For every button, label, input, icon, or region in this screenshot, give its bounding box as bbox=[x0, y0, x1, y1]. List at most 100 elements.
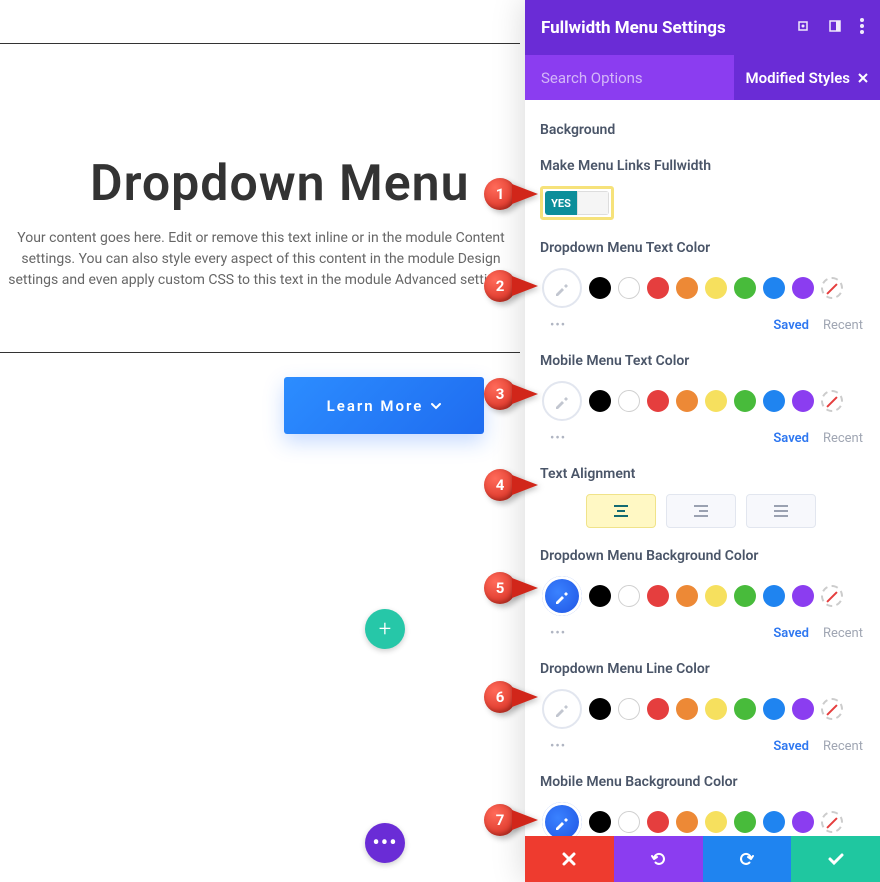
save-button[interactable] bbox=[791, 836, 880, 882]
swatch[interactable] bbox=[618, 585, 640, 607]
swatch[interactable] bbox=[618, 698, 640, 720]
color-picker-button[interactable] bbox=[542, 689, 582, 729]
swatch[interactable] bbox=[589, 585, 611, 607]
swatch[interactable] bbox=[589, 811, 611, 833]
eyedropper-icon bbox=[553, 392, 571, 410]
eyedropper-icon bbox=[553, 279, 571, 297]
fab-add-button[interactable]: + bbox=[365, 609, 405, 649]
swatch[interactable] bbox=[676, 390, 698, 412]
fullwidth-toggle[interactable]: YES bbox=[545, 191, 609, 215]
recent-tab[interactable]: Recent bbox=[823, 431, 863, 446]
swatch-transparent[interactable] bbox=[821, 277, 843, 299]
label-mobile-bg-color: Mobile Menu Background Color bbox=[540, 774, 865, 790]
color-picker-button[interactable] bbox=[542, 381, 582, 421]
color-picker-button[interactable] bbox=[542, 268, 582, 308]
swatch-row-dd-text bbox=[542, 268, 865, 308]
swatch[interactable] bbox=[618, 390, 640, 412]
align-right-button[interactable] bbox=[666, 494, 736, 528]
swatch[interactable] bbox=[647, 390, 669, 412]
swatch[interactable] bbox=[647, 698, 669, 720]
swatch[interactable] bbox=[734, 390, 756, 412]
recent-tab[interactable]: Recent bbox=[823, 626, 863, 641]
swatch[interactable] bbox=[734, 811, 756, 833]
swatch[interactable] bbox=[705, 277, 727, 299]
more-dots[interactable]: ••• bbox=[550, 318, 566, 333]
panel-tabs: Search Options Modified Styles bbox=[525, 55, 880, 100]
swatch[interactable] bbox=[676, 277, 698, 299]
page-title: Dropdown Menu bbox=[90, 155, 470, 213]
toggle-knob bbox=[577, 191, 609, 215]
swatch[interactable] bbox=[647, 811, 669, 833]
check-icon bbox=[827, 850, 845, 868]
eyedropper-icon bbox=[553, 587, 571, 605]
swatch-transparent[interactable] bbox=[821, 698, 843, 720]
swatch[interactable] bbox=[792, 277, 814, 299]
swatch[interactable] bbox=[734, 585, 756, 607]
swatch[interactable] bbox=[734, 698, 756, 720]
swatch[interactable] bbox=[763, 390, 785, 412]
swatch[interactable] bbox=[589, 390, 611, 412]
panel-header: Fullwidth Menu Settings bbox=[525, 0, 880, 55]
swatch[interactable] bbox=[763, 811, 785, 833]
recent-tab[interactable]: Recent bbox=[823, 739, 863, 754]
swatch-transparent[interactable] bbox=[821, 390, 843, 412]
fab-more-button[interactable]: ••• bbox=[365, 823, 405, 863]
swatch[interactable] bbox=[647, 585, 669, 607]
swatch[interactable] bbox=[676, 585, 698, 607]
swatch[interactable] bbox=[647, 277, 669, 299]
divider bbox=[0, 352, 520, 353]
cancel-button[interactable] bbox=[525, 836, 614, 882]
page-subtext: Your content goes here. Edit or remove t… bbox=[6, 228, 516, 291]
swatch[interactable] bbox=[705, 585, 727, 607]
more-dots[interactable]: ••• bbox=[550, 739, 566, 754]
swatch-transparent[interactable] bbox=[821, 585, 843, 607]
align-right-icon bbox=[691, 504, 711, 518]
swatch[interactable] bbox=[618, 811, 640, 833]
align-center-icon bbox=[611, 504, 631, 518]
swatch[interactable] bbox=[705, 811, 727, 833]
swatch[interactable] bbox=[589, 698, 611, 720]
color-picker-button[interactable] bbox=[542, 576, 582, 616]
search-options[interactable]: Search Options bbox=[541, 69, 643, 87]
undo-button[interactable] bbox=[614, 836, 703, 882]
swatch[interactable] bbox=[705, 698, 727, 720]
recent-tab[interactable]: Recent bbox=[823, 318, 863, 333]
label-dd-line-color: Dropdown Menu Line Color bbox=[540, 661, 865, 677]
more-dots[interactable]: ••• bbox=[550, 431, 566, 446]
expand-icon[interactable] bbox=[796, 18, 810, 38]
label-background: Background bbox=[540, 122, 865, 138]
swatch[interactable] bbox=[618, 277, 640, 299]
saved-tab[interactable]: Saved bbox=[773, 431, 809, 446]
color-picker-button[interactable] bbox=[542, 802, 582, 836]
menu-icon[interactable] bbox=[860, 18, 864, 38]
align-center-button[interactable] bbox=[586, 494, 656, 528]
redo-button[interactable] bbox=[703, 836, 792, 882]
swatch[interactable] bbox=[676, 811, 698, 833]
modified-styles-chip[interactable]: Modified Styles bbox=[734, 55, 880, 100]
saved-tab[interactable]: Saved bbox=[773, 739, 809, 754]
settings-panel: Fullwidth Menu Settings Search Options M… bbox=[525, 0, 880, 882]
swatch[interactable] bbox=[676, 698, 698, 720]
learn-more-button[interactable]: Learn More bbox=[284, 377, 484, 434]
swatch-transparent[interactable] bbox=[821, 811, 843, 833]
swatch-row-dd-bg bbox=[542, 576, 865, 616]
divider bbox=[0, 43, 520, 44]
saved-tab[interactable]: Saved bbox=[773, 626, 809, 641]
swatch[interactable] bbox=[763, 698, 785, 720]
swatch[interactable] bbox=[734, 277, 756, 299]
swatch[interactable] bbox=[763, 585, 785, 607]
swatch[interactable] bbox=[589, 277, 611, 299]
snap-icon[interactable] bbox=[828, 18, 842, 38]
swatch[interactable] bbox=[792, 585, 814, 607]
swatch[interactable] bbox=[792, 811, 814, 833]
swatch[interactable] bbox=[705, 390, 727, 412]
more-dots[interactable]: ••• bbox=[550, 626, 566, 641]
swatch[interactable] bbox=[792, 390, 814, 412]
close-icon[interactable] bbox=[858, 73, 868, 83]
swatch[interactable] bbox=[763, 277, 785, 299]
swatch[interactable] bbox=[792, 698, 814, 720]
align-justify-button[interactable] bbox=[746, 494, 816, 528]
panel-body: Background Make Menu Links Fullwidth YES… bbox=[525, 100, 880, 836]
plus-icon: + bbox=[379, 617, 391, 642]
saved-tab[interactable]: Saved bbox=[773, 318, 809, 333]
